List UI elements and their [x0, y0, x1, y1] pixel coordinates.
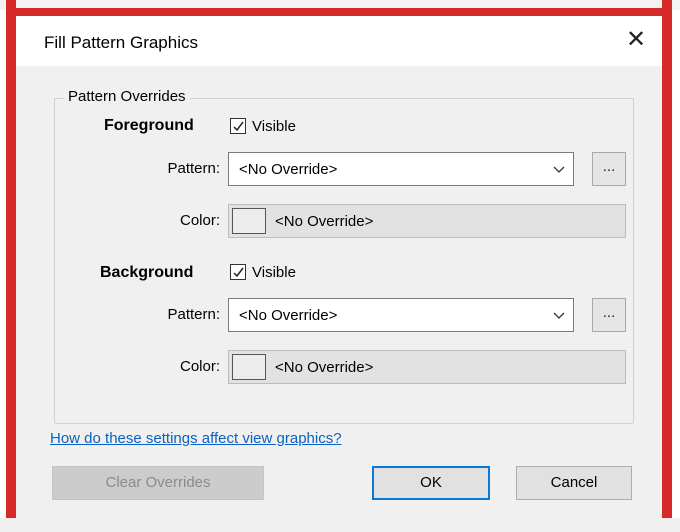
highlight-frame-right	[662, 0, 672, 532]
background-heading: Background	[100, 264, 194, 281]
foreground-heading: Foreground	[104, 117, 194, 134]
background-pattern-dropdown[interactable]: <No Override>	[228, 298, 574, 332]
chevron-down-icon	[553, 166, 565, 173]
background-color-value: <No Override>	[275, 359, 374, 376]
foreground-pattern-browse-button[interactable]: ...	[592, 152, 626, 186]
foreground-pattern-label: Pattern:	[167, 160, 220, 177]
foreground-color-field[interactable]: <No Override>	[228, 204, 626, 238]
foreground-pattern-dropdown[interactable]: <No Override>	[228, 152, 574, 186]
background-pattern-value: <No Override>	[239, 307, 338, 324]
background-color-field[interactable]: <No Override>	[228, 350, 626, 384]
background-color-label: Color:	[179, 358, 220, 375]
foreground-color-label: Color:	[179, 212, 220, 229]
background-visible-checkbox[interactable]	[230, 264, 246, 280]
clear-overrides-button[interactable]: Clear Overrides	[52, 466, 264, 500]
chevron-down-icon	[553, 312, 565, 319]
close-icon[interactable]: ✕	[626, 28, 646, 52]
check-icon	[233, 267, 244, 278]
ok-button[interactable]: OK	[372, 466, 490, 500]
dialog-title: Fill Pattern Graphics	[44, 33, 198, 52]
background-pattern-browse-button[interactable]: ...	[592, 298, 626, 332]
cancel-button[interactable]: Cancel	[516, 466, 632, 500]
foreground-pattern-value: <No Override>	[239, 161, 338, 178]
help-link[interactable]: How do these settings affect view graphi…	[50, 430, 342, 447]
foreground-color-swatch[interactable]	[232, 208, 266, 234]
title-bar: Fill Pattern Graphics ✕	[16, 16, 662, 66]
background-visible-label: Visible	[252, 264, 296, 281]
highlight-frame-top	[6, 8, 672, 16]
foreground-color-value: <No Override>	[275, 213, 374, 230]
background-window-bottom	[0, 518, 680, 532]
highlight-frame-left	[6, 0, 16, 532]
foreground-visible-checkbox[interactable]	[230, 118, 246, 134]
background-color-swatch[interactable]	[232, 354, 266, 380]
group-legend: Pattern Overrides	[64, 88, 190, 105]
fill-pattern-dialog: Fill Pattern Graphics ✕ Pattern Override…	[16, 16, 662, 518]
foreground-visible-label: Visible	[252, 118, 296, 135]
background-pattern-label: Pattern:	[167, 306, 220, 323]
check-icon	[233, 121, 244, 132]
